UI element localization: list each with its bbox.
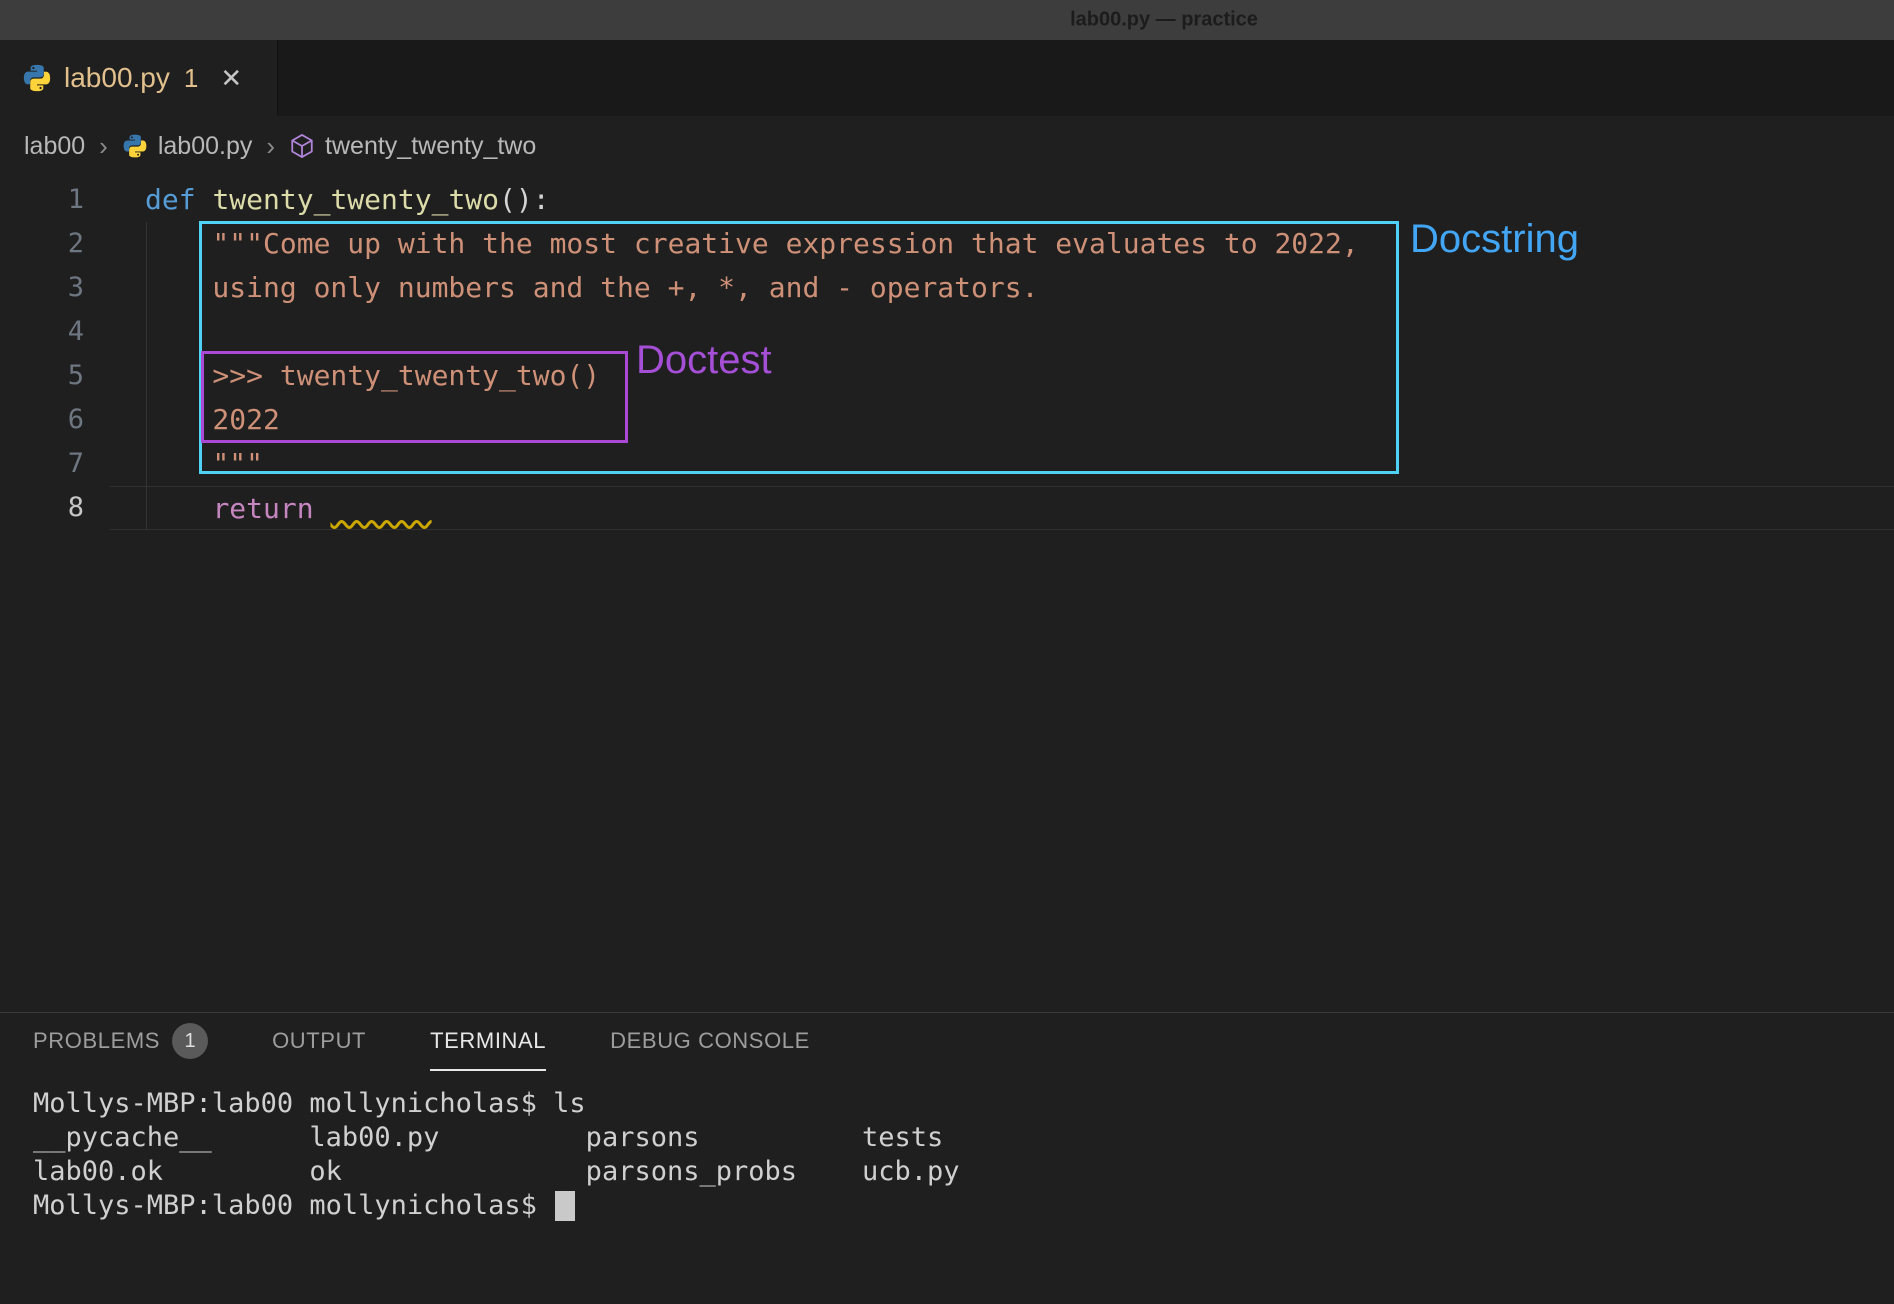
code-token	[314, 492, 331, 525]
code-line[interactable]: 4	[0, 310, 1894, 354]
code-line[interactable]: 3 using only numbers and the +, *, and -…	[0, 266, 1894, 310]
close-tab-icon[interactable]: ✕	[220, 63, 242, 94]
panel-tab-label: DEBUG CONSOLE	[610, 1028, 810, 1054]
line-number[interactable]: 1	[0, 178, 110, 222]
panel-tab-label: TERMINAL	[430, 1028, 546, 1054]
panel-tab-debug-console[interactable]: DEBUG CONSOLE	[610, 1013, 810, 1071]
line-number[interactable]: 8	[0, 486, 110, 530]
code-text: def twenty_twenty_two():	[110, 178, 1894, 222]
terminal-line: lab00.ok ok parsons_probs ucb.py	[33, 1155, 1894, 1189]
code-line[interactable]: 2 """Come up with the most creative expr…	[0, 222, 1894, 266]
line-number[interactable]: 3	[0, 266, 110, 310]
code-text: """Come up with the most creative expres…	[110, 222, 1894, 266]
panel-tab-label: OUTPUT	[272, 1028, 366, 1054]
line-number[interactable]: 7	[0, 442, 110, 486]
code-text	[110, 310, 1894, 354]
line-number[interactable]: 6	[0, 398, 110, 442]
code-text: 2022	[110, 398, 1894, 442]
line-number[interactable]: 5	[0, 354, 110, 398]
window-titlebar: lab00.py — practice	[0, 0, 1894, 40]
code-token: 2022	[145, 403, 280, 436]
panel-tab-terminal[interactable]: TERMINAL	[430, 1013, 546, 1071]
code-line[interactable]: 6 2022	[0, 398, 1894, 442]
error-squiggle	[330, 492, 431, 525]
terminal[interactable]: Mollys-MBP:lab00 mollynicholas$ ls__pyca…	[0, 1071, 1894, 1304]
chevron-right-icon: ›	[262, 131, 279, 162]
breadcrumb-item-file[interactable]: lab00.py	[158, 132, 253, 161]
python-icon	[22, 63, 52, 93]
python-icon	[122, 133, 148, 159]
vscode-window: lab00.py — practice lab00.py 1 ✕ lab00 ›…	[0, 0, 1894, 1304]
code-token: def	[145, 183, 212, 216]
code-line[interactable]: 7 """	[0, 442, 1894, 486]
panel-tab-output[interactable]: OUTPUT	[272, 1013, 366, 1071]
editor-lines: 1def twenty_twenty_two():2 """Come up wi…	[0, 176, 1894, 530]
code-token: return	[212, 492, 313, 525]
code-editor[interactable]: 1def twenty_twenty_two():2 """Come up wi…	[0, 176, 1894, 1012]
panel-tab-problems[interactable]: PROBLEMS 1	[33, 1013, 208, 1071]
code-token: >>> twenty_twenty_two()	[145, 359, 600, 392]
panel-tab-label: PROBLEMS	[33, 1028, 160, 1054]
breadcrumb: lab00 › lab00.py › twenty_twenty_two	[0, 116, 1894, 176]
code-line[interactable]: 8 return	[0, 486, 1894, 530]
terminal-cursor	[555, 1191, 575, 1221]
code-token: twenty_twenty_two	[212, 183, 499, 216]
tab-dirty-count: 1	[184, 63, 198, 94]
code-line[interactable]: 5 >>> twenty_twenty_two()	[0, 354, 1894, 398]
code-text: >>> twenty_twenty_two()	[110, 354, 1894, 398]
window-title: lab00.py — practice	[1070, 9, 1258, 32]
code-text: using only numbers and the +, *, and - o…	[110, 266, 1894, 310]
indent-guide	[146, 222, 147, 530]
line-number[interactable]: 2	[0, 222, 110, 266]
line-number[interactable]: 4	[0, 310, 110, 354]
code-token: """Come up with the most creative expres…	[145, 227, 1359, 260]
bottom-panel: PROBLEMS 1 OUTPUT TERMINAL DEBUG CONSOLE Mol…	[0, 1012, 1894, 1304]
problems-count-badge: 1	[172, 1023, 208, 1059]
breadcrumb-item-folder[interactable]: lab00	[24, 132, 85, 161]
terminal-line: Mollys-MBP:lab00 mollynicholas$	[33, 1189, 1894, 1223]
terminal-line: Mollys-MBP:lab00 mollynicholas$ ls	[33, 1087, 1894, 1121]
panel-tab-bar: PROBLEMS 1 OUTPUT TERMINAL DEBUG CONSOLE	[0, 1013, 1894, 1071]
editor-tab-bar: lab00.py 1 ✕	[0, 40, 1894, 116]
tab-lab00-py[interactable]: lab00.py 1 ✕	[0, 40, 278, 116]
code-token: """	[145, 447, 263, 480]
breadcrumb-item-symbol[interactable]: twenty_twenty_two	[325, 132, 536, 161]
symbol-cube-icon	[289, 133, 315, 159]
code-line[interactable]: 1def twenty_twenty_two():	[0, 178, 1894, 222]
code-token: using only numbers and the +, *, and - o…	[145, 271, 1038, 304]
chevron-right-icon: ›	[95, 131, 112, 162]
code-text: """	[110, 442, 1894, 486]
terminal-line: __pycache__ lab00.py parsons tests	[33, 1121, 1894, 1155]
code-token: ():	[499, 183, 550, 216]
code-token	[145, 492, 212, 525]
tab-label: lab00.py	[64, 62, 170, 94]
code-text: return	[110, 486, 1894, 530]
